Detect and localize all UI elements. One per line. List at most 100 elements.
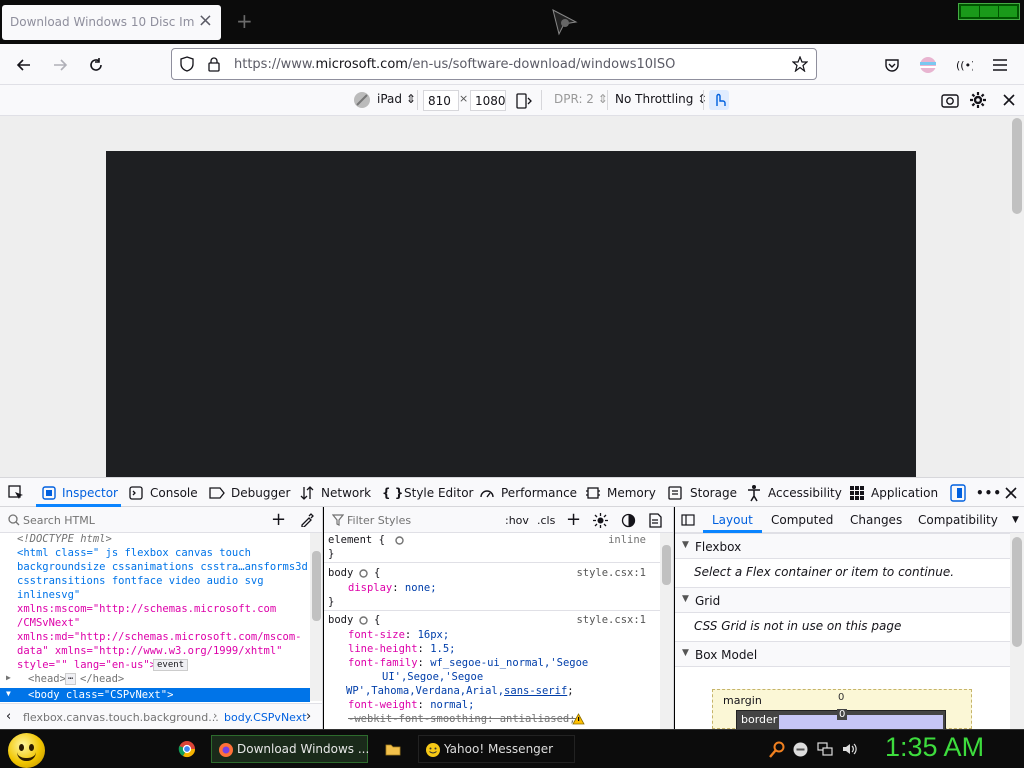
throttling-selector[interactable]: No Throttling ⇕ [615,92,707,106]
html-attr-line[interactable]: csstransitions fontface video audio svg [17,575,264,587]
tab-storage[interactable]: Storage [690,486,737,500]
back-button[interactable] [12,53,36,77]
tab-changes[interactable]: Changes [850,513,902,527]
margin-top-value[interactable]: 0 [838,692,844,703]
scrollbar-thumb[interactable] [662,545,671,585]
style-source-link[interactable]: style.csx:1 [576,614,646,626]
event-badge[interactable]: event [153,659,189,671]
close-rdm-icon[interactable] [1002,93,1016,107]
extensions-button[interactable]: ((•)) [952,53,976,77]
url-text[interactable]: https://www.microsoft.com/en-us/software… [234,57,675,72]
viewport-width-input[interactable]: 810 [423,90,459,111]
ellipsis-badge[interactable]: ⋯ [65,673,77,685]
box-model-padding[interactable] [779,715,943,729]
viewport-scrollbar[interactable] [1010,116,1024,477]
bookmark-star-icon[interactable] [792,56,808,72]
search-tray-icon[interactable] [768,741,786,759]
chevron-right-icon[interactable]: › [306,709,311,724]
pocket-button[interactable] [880,53,904,77]
selected-body-node[interactable]: ▼ <body class="CSPvNext"> [0,688,310,702]
element-rule-selector[interactable]: element { [328,534,385,546]
close-devtools-icon[interactable] [1004,486,1018,500]
rules-scrollbar[interactable] [660,533,673,729]
lock-icon[interactable] [207,56,221,72]
eyedropper-icon[interactable] [300,513,314,527]
print-media-icon[interactable] [649,513,662,528]
html-attr-line[interactable]: backgroundsize cssanimations csstra…ansf… [17,561,308,573]
scrollbar-thumb[interactable] [1012,537,1022,647]
toggle-sidebar-icon[interactable] [681,514,695,526]
body-rule-selector[interactable]: body [328,567,353,579]
taskbar-item-folder[interactable] [381,735,405,763]
tab-accessibility[interactable]: Accessibility [768,486,842,500]
network-tray-icon[interactable] [817,741,833,757]
css-declaration[interactable]: font-family: wf_segoe-ui_normal,'Segoe [348,657,588,669]
html-tag-line[interactable]: <html class=" js flexbox canvas touch [17,547,251,559]
add-node-button[interactable]: + [271,509,286,530]
minus-tray-icon[interactable] [793,742,808,757]
touch-simulation-icon[interactable] [709,90,729,110]
taskbar-item-firefox[interactable]: Download Windows ... [211,735,369,763]
html-attr-line[interactable]: xmlns:mscom="http://schemas.microsoft.co… [17,603,276,615]
clock[interactable]: 1:35 AM [885,732,984,763]
tab-performance[interactable]: Performance [501,486,577,500]
markup-scrollbar[interactable] [310,533,322,701]
light-scheme-icon[interactable] [593,513,608,528]
shield-icon[interactable] [179,56,195,72]
doctype-line[interactable]: <!DOCTYPE html> [17,533,112,545]
menu-button[interactable] [988,53,1012,77]
chrome-icon[interactable] [178,740,196,758]
box-model-section-header[interactable]: ▼ Box Model [675,641,1010,667]
warning-icon[interactable] [572,713,585,725]
tab-memory[interactable]: Memory [607,486,656,500]
tab-inspector[interactable]: Inspector [62,486,118,500]
tab-compatibility[interactable]: Compatibility [918,513,998,527]
breadcrumb-item-html[interactable]: flexbox.canvas.touch.background... [23,711,219,724]
url-bar[interactable]: https://www.microsoft.com/en-us/software… [171,48,817,80]
screenshot-icon[interactable] [941,92,959,108]
volume-icon[interactable] [841,741,857,757]
html-attr-line[interactable]: inlinesvg" [17,589,80,601]
new-tab-button[interactable]: + [236,11,253,31]
css-declaration[interactable]: font-size: 16px; [348,629,449,641]
css-declaration[interactable]: display: none; [348,582,437,594]
invalid-declaration[interactable]: -webkit-font-smoothing: antialiased; [348,713,576,725]
style-source-link[interactable]: style.csx:1 [576,567,646,579]
add-rule-button[interactable]: + [566,509,581,530]
html-attr-line[interactable]: style="" lang="en-us"> [17,659,156,671]
rule-gear-icon[interactable] [358,615,369,626]
more-options-icon[interactable]: ••• [976,486,1002,500]
reload-button[interactable] [84,53,108,77]
flexbox-section-header[interactable]: ▼ Flexbox [675,533,1010,559]
box-model-margin[interactable]: margin 0 border 0 [712,689,972,729]
start-smiley-icon[interactable] [8,733,45,768]
class-toggle[interactable]: .cls [537,514,555,527]
rule-gear-icon[interactable] [394,535,405,546]
close-tab-icon[interactable]: × [198,12,213,30]
chevron-left-icon[interactable]: ‹ [6,709,11,724]
html-attr-line[interactable]: /CMSvNext" [17,617,80,629]
settings-gear-icon[interactable] [969,91,987,109]
tab-application[interactable]: Application [871,486,938,500]
html-attr-line[interactable]: xmlns:md="http://schemas.microsoft.com/m… [17,631,301,643]
tab-network[interactable]: Network [321,486,371,500]
css-declaration[interactable]: font-weight: normal; [348,699,474,711]
border-top-value[interactable]: 0 [837,709,848,720]
tab-console[interactable]: Console [150,486,198,500]
element-picker-icon[interactable] [8,485,24,501]
search-html-input[interactable]: Search HTML [23,514,95,527]
expand-arrow-icon[interactable]: ▶ [6,673,11,682]
chevron-down-icon[interactable]: ▼ [1012,515,1019,525]
tab-debugger[interactable]: Debugger [231,486,290,500]
device-frame[interactable] [106,151,916,477]
tab-computed[interactable]: Computed [771,513,833,527]
box-model-border[interactable]: border 0 [736,709,946,729]
browser-tab[interactable]: Download Windows 10 Disc Image × [2,5,221,40]
body-rule-selector[interactable]: body [328,614,353,626]
head-tag[interactable]: <head> [28,673,66,685]
grid-section-header[interactable]: ▼ Grid [675,587,1010,613]
scrollbar-thumb[interactable] [1012,118,1022,214]
css-declaration[interactable]: line-height: 1.5; [348,643,456,655]
device-selector[interactable]: iPad ⇕ [377,92,416,106]
disable-touch-simulation-icon[interactable] [353,91,371,109]
